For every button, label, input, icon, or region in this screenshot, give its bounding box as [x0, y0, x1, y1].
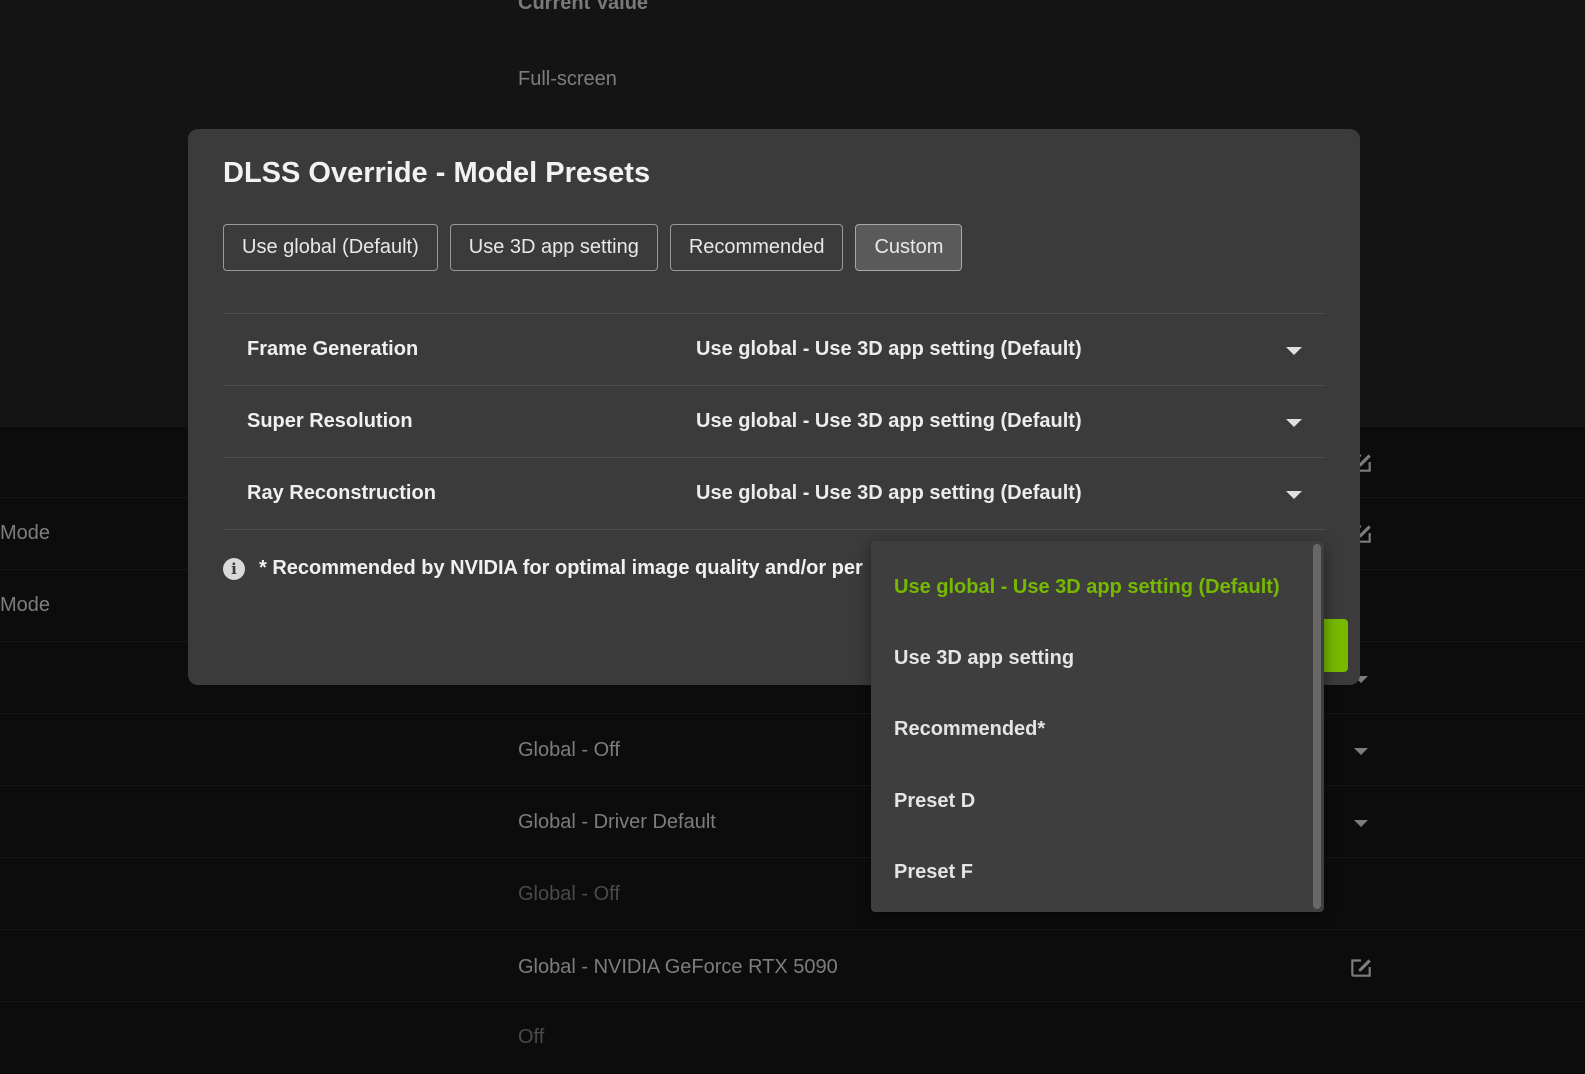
bg-setting-value: Global - Off: [518, 739, 620, 761]
preset-tab-use-global[interactable]: Use global (Default): [223, 224, 438, 271]
bg-setting-value: Global - NVIDIA GeForce RTX 5090: [518, 956, 838, 978]
bg-setting-value: Global - Off: [518, 883, 620, 905]
setting-select-value[interactable]: Use global - Use 3D app setting (Default…: [696, 482, 1082, 505]
chevron-down-icon[interactable]: [1354, 748, 1368, 755]
dropdown-option-use-3d-app-setting[interactable]: Use 3D app setting: [894, 647, 1074, 670]
dropdown-option-preset-d[interactable]: Preset D: [894, 790, 975, 813]
dropdown-option-use-global[interactable]: Use global - Use 3D app setting (Default…: [894, 576, 1280, 599]
setting-label: Ray Reconstruction: [247, 482, 436, 504]
dropdown-scrollbar[interactable]: [1313, 544, 1321, 909]
bg-setting-row[interactable]: Global - Driver Default: [0, 786, 1585, 858]
footnote-text: * Recommended by NVIDIA for optimal imag…: [259, 557, 863, 579]
setting-row-super-resolution[interactable]: Super Resolution Use global - Use 3D app…: [223, 386, 1325, 458]
edit-icon[interactable]: [1348, 954, 1374, 980]
chevron-down-icon[interactable]: [1286, 491, 1302, 499]
bg-setting-row[interactable]: Global - NVIDIA GeForce RTX 5090: [0, 930, 1585, 1002]
bg-setting-label: Mode: [0, 594, 51, 616]
bg-setting-label: Mode: [0, 522, 51, 544]
preset-tab-recommended[interactable]: Recommended: [669, 224, 844, 271]
recommendation-footnote: i * Recommended by NVIDIA for optimal im…: [223, 557, 873, 580]
dropdown-option-recommended[interactable]: Recommended*: [894, 718, 1045, 741]
model-settings-table: Frame Generation Use global - Use 3D app…: [223, 313, 1325, 530]
preset-tab-group: Use global (Default) Use 3D app setting …: [223, 224, 963, 271]
setting-label: Super Resolution: [247, 410, 413, 432]
dropdown-option-preset-f[interactable]: Preset F: [894, 861, 973, 884]
bg-setting-value: Off: [518, 1026, 545, 1048]
bg-setting-row: Off: [0, 1002, 1585, 1074]
bg-setting-row: Global - Off: [0, 858, 1585, 930]
preset-tab-use-3d-app-setting[interactable]: Use 3D app setting: [449, 224, 658, 271]
bg-setting-row[interactable]: Full-screen: [0, 44, 1585, 116]
setting-label: Frame Generation: [247, 338, 419, 360]
setting-row-ray-reconstruction[interactable]: Ray Reconstruction Use global - Use 3D a…: [223, 458, 1325, 530]
bg-setting-value: Full-screen: [518, 68, 617, 90]
preset-tab-custom[interactable]: Custom: [855, 224, 963, 271]
chevron-down-icon[interactable]: [1354, 820, 1368, 827]
setting-row-frame-generation[interactable]: Frame Generation Use global - Use 3D app…: [223, 314, 1325, 386]
preset-dropdown-list: Use global - Use 3D app setting (Default…: [871, 541, 1324, 912]
chevron-down-icon[interactable]: [1286, 347, 1302, 355]
bg-setting-value: Global - Driver Default: [518, 811, 716, 833]
setting-select-value[interactable]: Use global - Use 3D app setting (Default…: [696, 338, 1082, 361]
current-value-column-header: Current Value: [518, 0, 649, 14]
chevron-down-icon[interactable]: [1286, 419, 1302, 427]
setting-select-value[interactable]: Use global - Use 3D app setting (Default…: [696, 410, 1082, 433]
modal-title: DLSS Override - Model Presets: [223, 157, 651, 189]
info-icon: i: [223, 557, 245, 580]
bg-setting-row[interactable]: Global - Off: [0, 714, 1585, 786]
